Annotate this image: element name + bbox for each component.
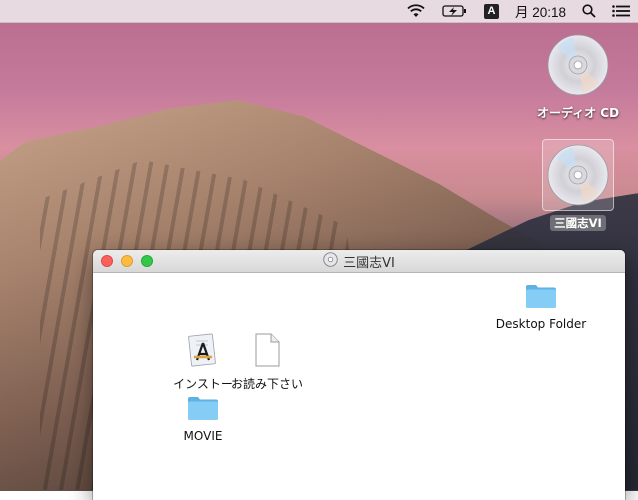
desktop-icon-label: オーディオ CD bbox=[536, 106, 620, 120]
spotlight-icon[interactable] bbox=[582, 0, 596, 22]
cd-icon bbox=[543, 30, 613, 100]
cd-icon bbox=[542, 139, 614, 211]
input-source-badge: A bbox=[483, 3, 499, 19]
wifi-icon[interactable] bbox=[406, 0, 426, 22]
window-titlebar[interactable]: 三國志VI bbox=[93, 250, 625, 273]
folder-icon bbox=[525, 283, 557, 313]
cd-icon bbox=[323, 251, 338, 271]
desktop-icon-sangokushi[interactable]: 三國志VI bbox=[533, 139, 623, 231]
file-label: お読み下さい bbox=[230, 377, 303, 391]
desktop-icon-label: 三國志VI bbox=[550, 215, 606, 231]
window-content[interactable]: Desktop Folder インストー お読み下さい MOVIE bbox=[93, 273, 625, 500]
file-movie-folder[interactable]: MOVIE bbox=[153, 395, 253, 443]
document-icon bbox=[254, 333, 280, 371]
file-desktop-folder[interactable]: Desktop Folder bbox=[491, 283, 591, 331]
finder-window[interactable]: 三國志VI Desktop Folder インストー お読み下さい MOVIE bbox=[93, 250, 625, 500]
installer-app-icon bbox=[187, 333, 219, 371]
window-title-text: 三國志VI bbox=[343, 255, 395, 271]
menu-bar: A 月 20:18 bbox=[0, 0, 638, 23]
file-readme[interactable]: お読み下さい bbox=[217, 333, 317, 392]
file-label: MOVIE bbox=[183, 429, 223, 443]
clock[interactable]: 月 20:18 bbox=[515, 0, 566, 22]
file-label: Desktop Folder bbox=[495, 317, 587, 331]
notification-center-icon[interactable] bbox=[612, 0, 630, 22]
folder-icon bbox=[187, 395, 219, 425]
desktop-icon-audio-cd[interactable]: オーディオ CD bbox=[533, 30, 623, 121]
input-source-icon[interactable]: A bbox=[483, 0, 499, 22]
window-title: 三國志VI bbox=[93, 250, 625, 272]
battery-charging-icon[interactable] bbox=[442, 0, 468, 22]
